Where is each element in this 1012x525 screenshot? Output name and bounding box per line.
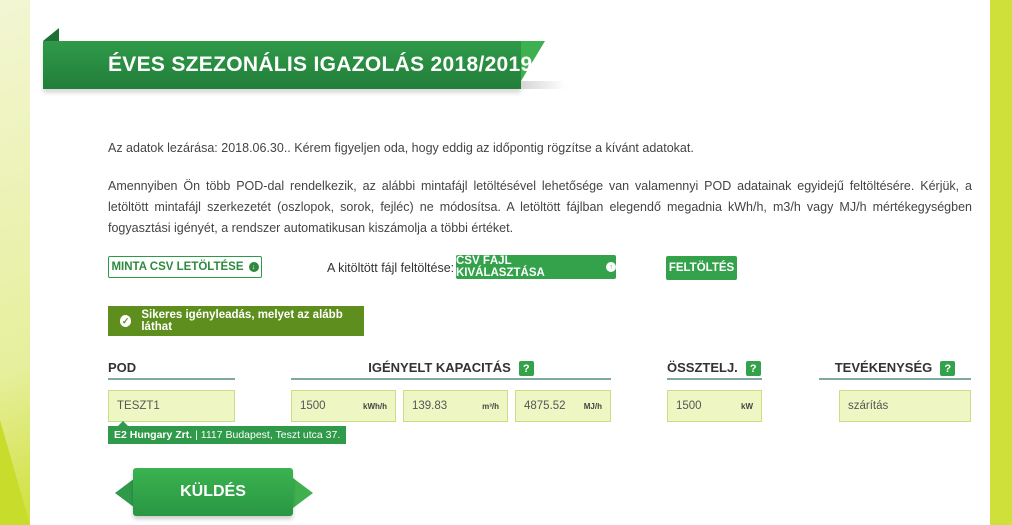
- pod-tooltip: E2 Hungary Zrt. | 1117 Budapest, Teszt u…: [108, 421, 347, 444]
- total-unit: kW: [741, 401, 753, 411]
- mj-value: 4875.52: [524, 400, 566, 412]
- total-field[interactable]: 1500 kW: [667, 390, 762, 422]
- kwh-unit: kWh/h: [363, 401, 387, 411]
- activity-value: szárítás: [848, 400, 889, 412]
- pod-value: TESZT1: [117, 400, 160, 412]
- deadline-text: Az adatok lezárása: 2018.06.30.. Kérem f…: [108, 141, 694, 155]
- submit-button[interactable]: KÜLDÉS: [133, 468, 293, 516]
- question-icon[interactable]: ?: [940, 361, 956, 377]
- description-text: Amennyiben Ön több POD-dal rendelkezik, …: [108, 179, 972, 235]
- background-right: [990, 0, 1012, 525]
- m3-field[interactable]: 139.83 m³/h: [403, 390, 508, 422]
- select-csv-button[interactable]: CSV FÁJL KIVÁLASZTÁSA ↑: [456, 255, 616, 279]
- upload-label: FELTÖLTÉS: [668, 262, 735, 274]
- question-icon[interactable]: ?: [745, 361, 761, 377]
- mj-field[interactable]: 4875.52 MJ/h: [515, 390, 611, 422]
- kwh-value: 1500: [300, 400, 326, 412]
- download-csv-button[interactable]: MINTA CSV LETÖLTÉSE ↓: [108, 256, 262, 278]
- column-capacity-label: IGÉNYELT KAPACITÁS: [368, 360, 511, 375]
- column-header-activity: TEVÉKENYSÉG?: [819, 360, 971, 380]
- m3-value: 139.83: [412, 400, 448, 412]
- arrow-down-circle-icon: ↓: [248, 262, 259, 272]
- column-total-label: ÖSSZTELJ.: [667, 360, 738, 375]
- activity-field[interactable]: szárítás: [839, 390, 971, 422]
- tooltip-address: | 1117 Budapest, Teszt utca 37.: [195, 429, 341, 441]
- tooltip-company: E2 Hungary Zrt.: [114, 429, 193, 441]
- column-activity-label: TEVÉKENYSÉG: [834, 360, 933, 375]
- question-icon[interactable]: ?: [518, 361, 534, 377]
- select-csv-label: CSV FÁJL KIVÁLASZTÁSA: [456, 255, 545, 279]
- column-header-pod: POD: [108, 360, 235, 380]
- column-pod-label: POD: [108, 360, 137, 375]
- column-header-total: ÖSSZTELJ.?: [667, 360, 762, 380]
- submit-ribbon-left: [115, 478, 135, 508]
- background-left-accent: [0, 420, 30, 525]
- ribbon-fold: [43, 28, 59, 41]
- submit-ribbon-right: [293, 478, 313, 508]
- page-title: ÉVES SZEZONÁLIS IGAZOLÁS 2018/2019: [108, 53, 533, 76]
- success-message: ✓ Sikeres igényleadás, melyet az alább l…: [108, 306, 364, 336]
- check-circle-icon: ✓: [120, 315, 132, 327]
- total-value: 1500: [676, 400, 702, 412]
- mj-unit: MJ/h: [583, 401, 602, 411]
- arrow-up-circle-icon: ↑: [606, 262, 616, 272]
- download-csv-label: MINTA CSV LETÖLTÉSE: [111, 261, 244, 273]
- ribbon-shadow: [521, 81, 566, 89]
- m3-unit: m³/h: [482, 401, 499, 411]
- success-text: Sikeres igényleadás, melyet az alább lát…: [141, 309, 343, 333]
- kwh-field[interactable]: 1500 kWh/h: [291, 390, 396, 422]
- column-header-capacity: IGÉNYELT KAPACITÁS?: [291, 360, 611, 380]
- pod-field[interactable]: TESZT1: [108, 390, 235, 422]
- main-panel: ÉVES SZEZONÁLIS IGAZOLÁS 2018/2019 Az ad…: [30, 0, 990, 525]
- upload-button[interactable]: FELTÖLTÉS: [666, 256, 737, 280]
- upload-prompt: A kitöltött fájl feltöltése:: [327, 261, 455, 275]
